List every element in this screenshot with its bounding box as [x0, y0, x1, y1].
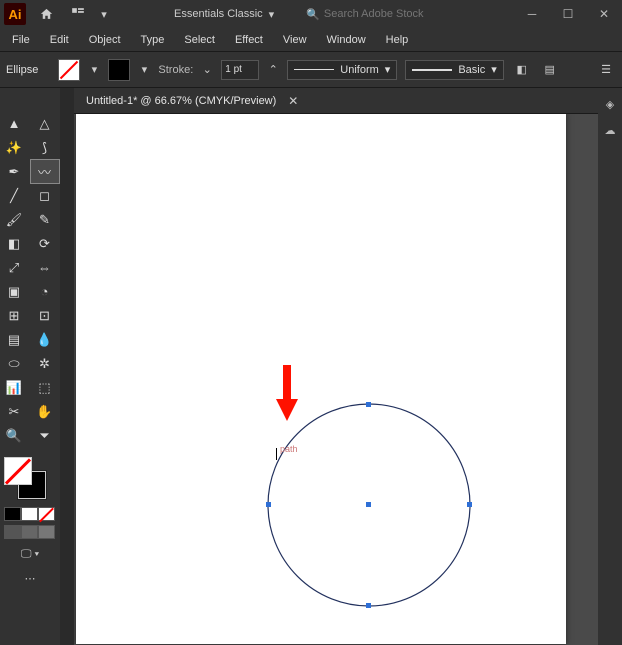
edit-toolbar[interactable]: ⋯ — [0, 567, 60, 589]
menu-window[interactable]: Window — [317, 30, 376, 50]
libraries-panel-icon[interactable]: ☁ — [600, 120, 620, 140]
column-graph-tool[interactable]: 📊 — [0, 376, 28, 399]
minimize-button[interactable]: ─ — [518, 3, 546, 25]
smart-guide-label: path — [280, 444, 298, 454]
toolbar: ▲ △ ✨ ⟆ ✒ 〰 ╱ ◻ 🖌 ✎ ◧ ⟳ ⤢ ⇔ ▣ ◔ ⊞ ⊡ ▤ 💧 … — [0, 88, 60, 645]
annotation-arrow — [276, 365, 298, 428]
home-icon[interactable] — [34, 2, 58, 26]
app-logo: Ai — [4, 3, 26, 25]
chevron-down-icon[interactable]: ▾ — [88, 59, 100, 81]
artboard-tool[interactable]: ⬚ — [31, 376, 59, 399]
menu-bar: File Edit Object Type Select Effect View… — [0, 28, 622, 52]
paintbrush-tool[interactable]: 🖌 — [0, 208, 28, 231]
color-none[interactable] — [38, 507, 55, 521]
blend-tool[interactable]: ⬭ — [0, 352, 28, 375]
variable-width-profile[interactable]: Uniform ▾ — [287, 60, 397, 80]
shaper-tool[interactable]: ✎ — [31, 208, 59, 231]
transform-icon[interactable]: ☰ — [596, 60, 616, 80]
rectangle-tool[interactable]: ◻ — [31, 184, 59, 207]
brush-label: Basic — [458, 64, 485, 76]
stroke-width-up[interactable]: ⌃ — [267, 59, 279, 81]
line-segment-tool[interactable]: ╱ — [0, 184, 28, 207]
slice-tool[interactable]: ✂ — [0, 400, 28, 423]
pen-tool[interactable]: ✒ — [0, 160, 28, 183]
artboard[interactable]: path — [76, 114, 566, 644]
menu-file[interactable]: File — [2, 30, 40, 50]
perspective-grid-tool[interactable]: ⊞ — [0, 304, 28, 327]
stroke-swatch[interactable] — [108, 59, 130, 81]
menu-object[interactable]: Object — [79, 30, 131, 50]
draw-normal[interactable] — [4, 525, 21, 539]
brush-preview — [412, 69, 452, 71]
selection-tool[interactable]: ▲ — [0, 112, 28, 135]
shape-builder-tool[interactable]: ◔ — [31, 280, 59, 303]
eraser-tool[interactable]: ◧ — [0, 232, 28, 255]
curvature-tool[interactable]: 〰 — [31, 160, 59, 183]
canvas-area[interactable]: path — [74, 114, 598, 645]
draw-behind[interactable] — [21, 525, 38, 539]
close-button[interactable]: ✕ — [590, 3, 618, 25]
control-bar: Ellipse ▾ ▾ Stroke: ⌄ ⌃ Uniform ▾ Basic … — [0, 52, 622, 88]
lasso-tool[interactable]: ⟆ — [31, 136, 59, 159]
arrange-icon[interactable] — [66, 2, 90, 26]
menu-view[interactable]: View — [273, 30, 317, 50]
fill-color[interactable] — [4, 457, 32, 485]
window-controls: ─ ☐ ✕ — [518, 3, 618, 25]
chevron-down-icon[interactable]: ▾ — [98, 3, 110, 25]
document-tab-bar: Untitled-1* @ 66.67% (CMYK/Preview) ✕ — [74, 88, 598, 114]
menu-help[interactable]: Help — [376, 30, 419, 50]
active-tool-label: Ellipse — [6, 64, 38, 76]
selected-ellipse[interactable] — [266, 402, 472, 608]
toggle-tool[interactable]: ⏷ — [31, 424, 59, 447]
workspace-switcher[interactable]: Essentials Classic ▾ — [168, 6, 280, 23]
stroke-width-down[interactable]: ⌄ — [201, 59, 213, 81]
search-input[interactable] — [324, 8, 444, 20]
chevron-down-icon[interactable]: ▾ — [138, 59, 150, 81]
gradient-tool[interactable]: ▤ — [0, 328, 28, 351]
free-transform-tool[interactable]: ▣ — [0, 280, 28, 303]
stock-search[interactable]: 🔍 — [306, 8, 444, 21]
fill-stroke-control[interactable] — [0, 457, 60, 505]
title-bar: Ai ▾ Essentials Classic ▾ 🔍 ─ ☐ ✕ — [0, 0, 622, 28]
chevron-down-icon: ▾ — [491, 63, 497, 76]
draw-inside[interactable] — [38, 525, 55, 539]
chevron-down-icon: ▾ — [385, 63, 391, 76]
right-panel: ◈ ☁ — [598, 88, 622, 645]
chevron-down-icon: ▾ — [269, 8, 275, 21]
align-icon[interactable]: ▤ — [540, 60, 560, 80]
maximize-button[interactable]: ☐ — [554, 3, 582, 25]
opacity-icon[interactable]: ◧ — [512, 60, 532, 80]
properties-panel-icon[interactable]: ◈ — [600, 94, 620, 114]
document-tab[interactable]: Untitled-1* @ 66.67% (CMYK/Preview) — [86, 95, 276, 107]
magic-wand-tool[interactable]: ✨ — [0, 136, 28, 159]
line-preview — [294, 69, 334, 70]
close-tab-icon[interactable]: ✕ — [288, 94, 298, 108]
brush-definition[interactable]: Basic ▾ — [405, 60, 503, 80]
screen-mode[interactable]: 🖵 ▾ — [0, 543, 60, 565]
workspace-label: Essentials Classic — [174, 8, 263, 20]
scale-tool[interactable]: ⤢ — [0, 256, 28, 279]
rotate-tool[interactable]: ⟳ — [31, 232, 59, 255]
color-black[interactable] — [4, 507, 21, 521]
direct-selection-tool[interactable]: △ — [31, 112, 59, 135]
vsp-label: Uniform — [340, 64, 379, 76]
menu-type[interactable]: Type — [131, 30, 175, 50]
menu-effect[interactable]: Effect — [225, 30, 273, 50]
search-icon: 🔍 — [306, 8, 320, 21]
symbol-sprayer-tool[interactable]: ✲ — [31, 352, 59, 375]
hand-tool[interactable]: ✋ — [31, 400, 59, 423]
color-white[interactable] — [21, 507, 38, 521]
fill-swatch[interactable] — [58, 59, 80, 81]
mesh-tool[interactable]: ⊡ — [31, 304, 59, 327]
eyedropper-tool[interactable]: 💧 — [31, 328, 59, 351]
width-tool[interactable]: ⇔ — [31, 256, 59, 279]
zoom-tool[interactable]: 🔍 — [0, 424, 28, 447]
stroke-width-input[interactable] — [221, 60, 259, 80]
menu-select[interactable]: Select — [174, 30, 225, 50]
type-cursor — [276, 448, 277, 460]
stroke-label: Stroke: — [158, 64, 193, 76]
menu-edit[interactable]: Edit — [40, 30, 79, 50]
doc-gutter — [60, 88, 74, 645]
